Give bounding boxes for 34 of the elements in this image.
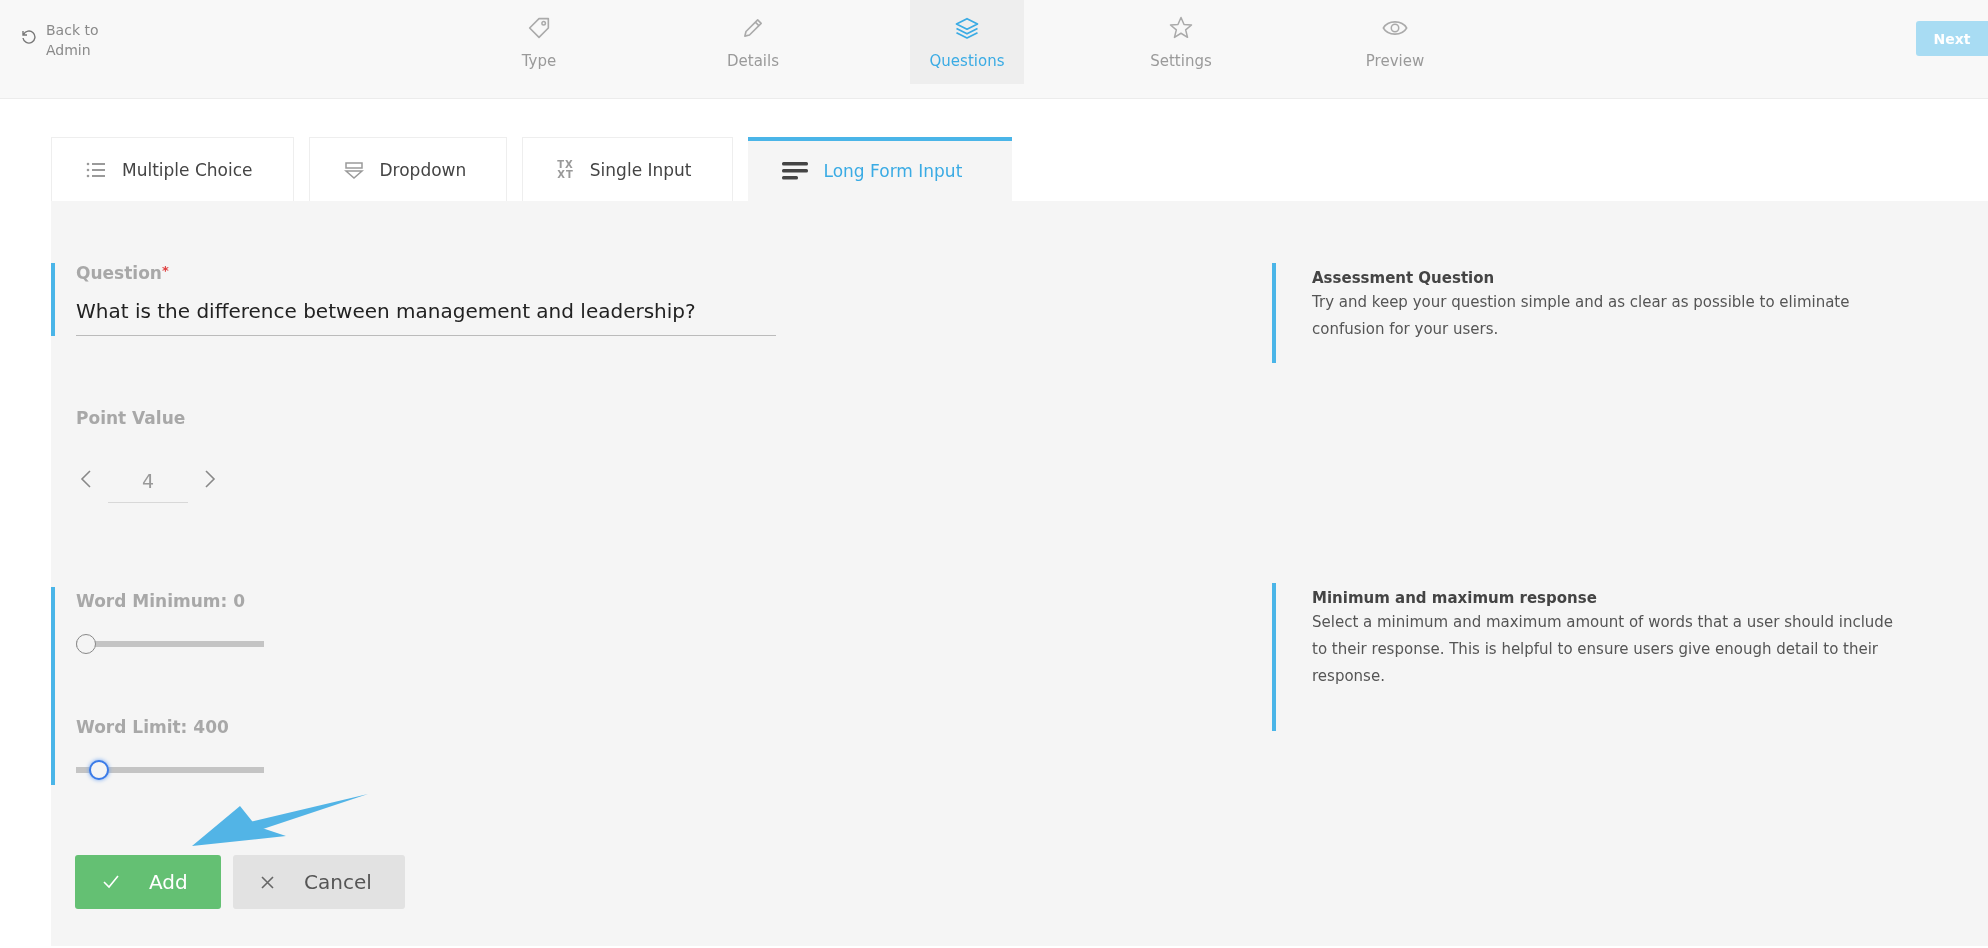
question-type-tab[interactable]: TX XT Single Input <box>522 137 733 201</box>
check-icon <box>103 875 119 889</box>
dropdown-icon <box>343 160 364 179</box>
undo-icon <box>20 28 36 44</box>
chevron-left-icon <box>80 468 92 489</box>
help-text: Try and keep your question simple and as clear as possible to eliminate confusion for your users. <box>1312 292 1851 340</box>
slider-thumb[interactable] <box>76 634 96 654</box>
question-type-tab[interactable]: Dropdown <box>308 137 508 201</box>
add-button[interactable]: Add <box>75 855 221 909</box>
chevron-right-icon <box>204 468 216 489</box>
help-title: Assessment Question <box>1312 269 1496 287</box>
next-button[interactable]: Next <box>1916 21 1988 56</box>
question-type-tab[interactable]: Multiple Choice <box>51 137 294 201</box>
text-icon: TX XT <box>557 159 574 180</box>
list-icon <box>86 160 106 179</box>
question-type-tab[interactable]: Long Form Input <box>747 137 1013 201</box>
question-field[interactable]: What is the difference between management and leadership? <box>76 289 776 336</box>
help-title: Minimum and maximum response <box>1312 589 1598 607</box>
step-tab[interactable]: Questions <box>910 0 1024 84</box>
cancel-button[interactable]: Cancel <box>233 855 405 909</box>
help-text: Select a minimum and maximum amount of words that a user should include to their response. This is helpful to ensure users give enough detail to their response. <box>1312 612 1895 687</box>
step-tab[interactable]: Preview <box>1338 0 1452 84</box>
step-tab[interactable]: Details <box>696 0 810 84</box>
text-lines-icon <box>781 161 808 181</box>
point-value-label: Point Value <box>76 408 187 428</box>
back-link[interactable]: Back to Admin <box>20 20 116 60</box>
slider-label: Word Minimum: 0 <box>76 591 247 611</box>
close-icon <box>261 875 274 889</box>
point-value-field[interactable]: 4 <box>108 462 188 503</box>
step-tab[interactable]: Type <box>482 0 596 84</box>
slider-label: Word Limit: 400 <box>76 717 230 737</box>
question-label: Question* <box>76 263 170 283</box>
slider-thumb[interactable] <box>89 760 110 780</box>
step-tab[interactable]: Settings <box>1124 0 1238 84</box>
